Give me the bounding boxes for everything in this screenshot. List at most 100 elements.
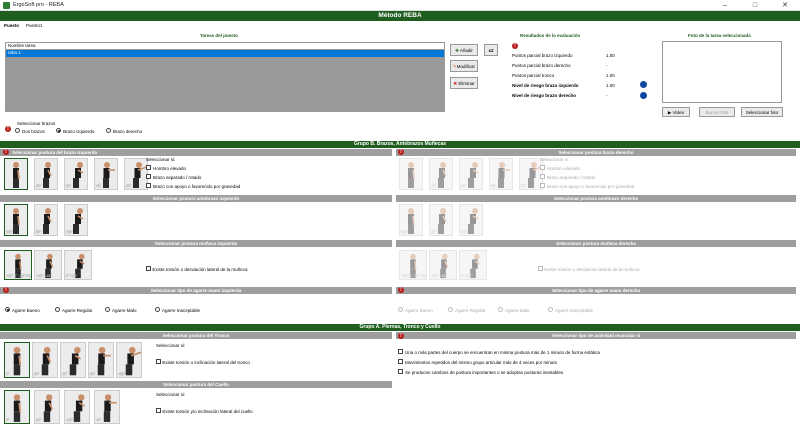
check-label: Existe torsión o inclinación lateral del… [162, 360, 250, 365]
checkbox[interactable] [146, 165, 151, 170]
remove-task-button[interactable]: ✖ Eliminar [450, 77, 478, 89]
posture-thumb-label: 60° [36, 230, 42, 234]
posture-thumb[interactable]: 20° [34, 390, 60, 424]
result-label: Nivel de riesgo brazo izquierdo [512, 83, 579, 88]
window-titlebar: ErgoSoft pro - REBA – □ ✕ [0, 0, 800, 11]
check-label: Hombro elevado [547, 166, 581, 171]
checkbox[interactable] [146, 183, 151, 188]
posture-thumb[interactable]: 45° [489, 158, 513, 190]
check-row: Brazo separado / rotado [146, 174, 201, 181]
tareas-header: Nombre tarea [6, 43, 444, 50]
radio-label: Agarre Malo [112, 308, 137, 313]
posture-thumb[interactable]: 100° [64, 204, 88, 236]
checkbox-torsion-cuello[interactable] [156, 408, 161, 413]
table-row[interactable]: reba 1 [6, 50, 444, 57]
cuello-select-label: Seleccionar si: [156, 392, 186, 397]
radio-label: Agarre Regular [62, 308, 93, 313]
check-row: Se producen cambios de postura important… [398, 369, 563, 376]
checkbox[interactable] [540, 183, 545, 188]
checkbox[interactable] [146, 174, 151, 179]
posture-thumb[interactable]: 100° [399, 204, 423, 236]
posture-thumb[interactable]: >20° [64, 390, 90, 424]
check-label: Hombro elevado [153, 166, 187, 171]
minimize-button[interactable]: – [710, 0, 740, 11]
posture-thumb[interactable]: 20° [429, 158, 453, 190]
close-button[interactable]: ✕ [770, 0, 800, 11]
checkbox-torsion-muneca-der[interactable] [538, 266, 543, 271]
posture-thumb-label: 100° [6, 230, 14, 234]
tareas-grid[interactable]: Nombre tarea reba 1 [5, 42, 445, 112]
checkbox[interactable] [398, 369, 403, 374]
modify-task-button[interactable]: ✎Modificar [450, 60, 478, 72]
posture-thumb[interactable]: 20° [32, 342, 58, 378]
brazo-izq-header: Seleccionar postura del brazo izquierdo [0, 149, 392, 156]
radio-dos-brazos[interactable] [15, 128, 20, 133]
posture-figure-icon [408, 162, 415, 188]
radio-brazo-izquierdo[interactable] [56, 128, 62, 133]
video-button[interactable]: ▶ Video [662, 107, 690, 117]
radio-option: Agarre Inaceptable [155, 307, 200, 314]
checkbox[interactable] [540, 174, 545, 179]
seleccionar-foto-button[interactable]: Seleccionar foto [741, 107, 783, 117]
radio-button[interactable] [55, 307, 60, 312]
posture-thumb[interactable]: 90° [124, 158, 148, 190]
add-task-button[interactable]: ✚ Añadir [450, 44, 478, 56]
radio-button[interactable] [498, 307, 503, 312]
check-row: Hombro elevado [540, 165, 580, 172]
brazos-label: Seleccionar brazos [17, 121, 56, 126]
duplicate-badge[interactable]: x2 [484, 44, 498, 56]
posture-thumb[interactable]: 60° [34, 204, 58, 236]
check-label: Existe torsión o desviación lateral de l… [544, 267, 640, 272]
modify-label: Modificar [456, 64, 476, 69]
posture-thumb[interactable]: 0° >15° [459, 250, 487, 280]
posture-thumb[interactable]: 20° [459, 158, 483, 190]
radio-button[interactable] [548, 307, 553, 312]
radio-option: Agarre Malo [105, 307, 137, 314]
borrar-foto-button[interactable]: Borrar Foto [699, 107, 735, 117]
check-label: Existe torsión o desviación lateral de l… [152, 267, 248, 272]
posture-thumb[interactable]: 20° [64, 158, 88, 190]
seleccionar-label: Seleccionar foto [745, 110, 779, 115]
check-label: Una o más partes del cuerpo se encuentra… [405, 350, 600, 355]
checkbox[interactable] [540, 165, 545, 170]
posture-thumb[interactable]: <0° [94, 390, 120, 424]
posture-thumb[interactable]: 100° [459, 204, 483, 236]
posture-thumb[interactable]: 60° [88, 342, 114, 378]
posture-thumb[interactable]: 20° [60, 342, 86, 378]
posture-thumb[interactable] [4, 158, 28, 190]
posture-thumb-label: >20° [66, 418, 74, 422]
posture-thumb[interactable]: 60° [429, 204, 453, 236]
posture-thumb[interactable]: 0° [4, 342, 30, 378]
radio-button[interactable] [398, 307, 403, 312]
checkbox-torsion-tronco[interactable] [156, 359, 161, 364]
maximize-button[interactable]: □ [740, 0, 770, 11]
posture-thumb[interactable]: 45° [94, 158, 118, 190]
delete-icon: ✖ [453, 81, 458, 86]
radio-button[interactable] [155, 307, 160, 312]
posture-thumb[interactable]: +15° 0° -15° Flexión [4, 250, 32, 280]
radio-button[interactable] [5, 307, 10, 312]
posture-thumb[interactable]: 0° >15° [64, 250, 92, 280]
posture-thumb[interactable]: 0° [4, 390, 30, 424]
option-label: Brazo izquierdo [63, 129, 95, 134]
posture-thumb[interactable]: >60° [116, 342, 142, 378]
radio-brazo-derecho[interactable] [105, 128, 111, 133]
posture-thumb-label: 0° [6, 372, 10, 376]
posture-thumb[interactable] [399, 158, 423, 190]
result-value: 1.00 [606, 83, 615, 88]
checkbox[interactable] [398, 359, 403, 364]
checkbox[interactable] [398, 349, 403, 354]
radio-button[interactable] [448, 307, 453, 312]
posture-thumb[interactable]: +15° 0° -15° Flexión [399, 250, 427, 280]
muneca-izq-header: Seleccionar postura muñeca izquierda [0, 240, 392, 247]
radio-option: Agarre Bueno [398, 307, 433, 314]
posture-thumb-label: 20° [66, 184, 72, 188]
posture-thumb[interactable]: 20° [34, 158, 58, 190]
video-icon: ▶ [667, 110, 672, 115]
radio-label: Agarre Inaceptable [555, 308, 594, 313]
posture-thumb[interactable]: +15° >15° [429, 250, 457, 280]
radio-button[interactable] [105, 307, 110, 312]
checkbox-torsion-muneca-izq[interactable] [146, 266, 151, 271]
posture-thumb[interactable]: +15° >15° [34, 250, 62, 280]
posture-thumb[interactable]: 100° [4, 204, 28, 236]
